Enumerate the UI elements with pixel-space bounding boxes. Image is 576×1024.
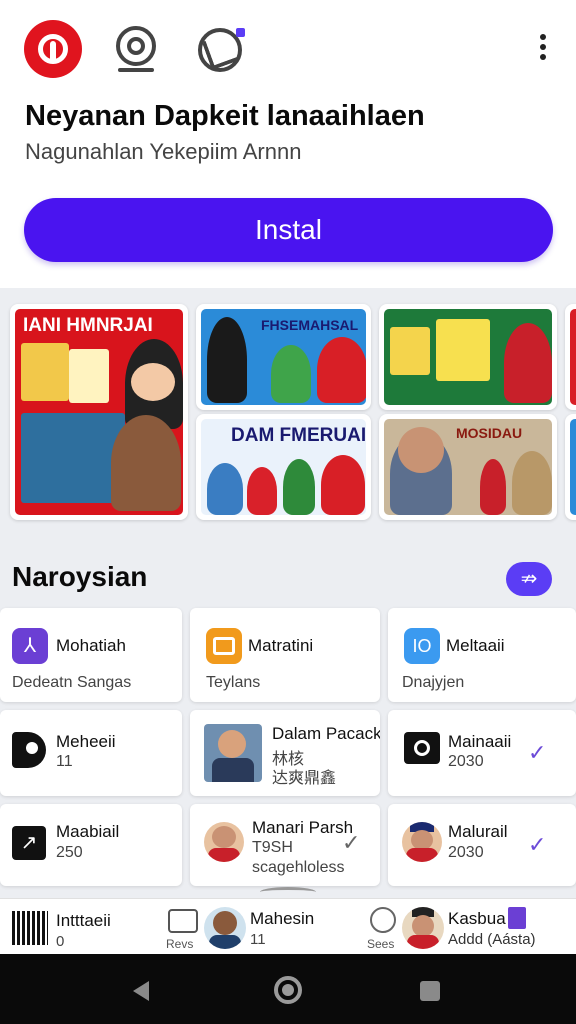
app-icon-blue: IO — [404, 628, 440, 664]
back-icon[interactable] — [133, 981, 149, 1001]
avatar — [204, 907, 246, 949]
app-subtitle: Nagunahlan Yekepiim Arnnn — [25, 139, 302, 164]
check-icon[interactable]: ✓ — [528, 740, 546, 766]
screenshot-2[interactable]: FHSEMAHSAL — [196, 304, 371, 410]
list-item[interactable]: Mainaaii 2030 ✓ — [388, 710, 576, 796]
list-item[interactable]: IO Meltaaii Dnajyjen — [388, 608, 576, 702]
bottom-nav-item[interactable]: Mahesin 11 — [202, 905, 352, 955]
check-icon[interactable]: ✓ — [342, 830, 360, 856]
screenshot-caption: FHSEMAHSAL — [261, 317, 359, 333]
app-logo-icon[interactable] — [24, 20, 82, 78]
tag-icon — [12, 732, 46, 768]
screenshot-caption: IANI HMNRJAI — [23, 315, 153, 336]
bottom-nav-item[interactable]: Intttaeii 0 — [0, 905, 120, 955]
screenshot-5[interactable]: MOSIDAU — [379, 414, 557, 520]
screenshot-1[interactable]: IANI HMNRJAI — [10, 304, 188, 520]
app-title: Neyanan Dapkeit lanaaihlaen — [25, 100, 425, 132]
system-nav-bar — [0, 954, 576, 1024]
list-item[interactable]: Manari Parsh T9SH scagehloless ✓ — [190, 804, 380, 886]
drag-handle[interactable] — [260, 887, 316, 897]
list-item[interactable]: Malurail 2030 ✓ — [388, 804, 576, 886]
screenshot-3[interactable] — [379, 304, 557, 410]
screenshot-7-partial[interactable] — [565, 414, 576, 520]
install-button[interactable]: Instal — [24, 198, 553, 262]
screenshot-caption: MOSIDAU — [456, 425, 523, 441]
list-item[interactable]: ⅄ Mohatiah Dedeatn Sangas — [0, 608, 182, 702]
app-icon-purple: ⅄ — [12, 628, 48, 664]
app-icon-orange — [206, 628, 242, 664]
more-icon[interactable] — [533, 34, 553, 64]
bottom-nav-item[interactable]: Sees — [364, 905, 404, 955]
screenshot-4[interactable]: DAM FMERUAI — [196, 414, 371, 520]
check-icon[interactable]: ✓ — [528, 832, 546, 858]
top-bar — [0, 0, 576, 100]
barcode-icon — [12, 911, 48, 945]
screenshot-caption: DAM FMERUAI — [231, 425, 366, 446]
camera-icon[interactable] — [108, 20, 166, 78]
recents-icon[interactable] — [420, 981, 440, 1001]
double-arrow-icon[interactable]: ⇏ — [506, 562, 552, 596]
bottom-nav-item[interactable]: Revs — [160, 905, 200, 955]
bottom-nav-item[interactable]: Kasbua Addd (Aásta) — [402, 905, 576, 955]
camera-icon — [404, 732, 440, 764]
screenshot-6-partial[interactable] — [565, 304, 576, 410]
avatar — [402, 907, 444, 949]
list-item[interactable]: Meheeii 11 — [0, 710, 182, 796]
search-icon — [370, 907, 396, 933]
chart-icon: ↗ — [12, 826, 46, 860]
bookmark-icon — [508, 907, 526, 929]
image-icon — [168, 909, 198, 933]
photo-thumb — [204, 724, 262, 782]
section-title: Naroysian — [12, 561, 148, 592]
avatar — [402, 822, 442, 862]
list-item[interactable]: Dalam Pacack 林核 达爽鼎鑫 — [190, 710, 380, 796]
list-item[interactable]: Matratini Teylans — [190, 608, 380, 702]
bottom-nav: Intttaeii 0 Revs Mahesin 11 Sees Kasbua … — [0, 887, 576, 955]
avatar — [204, 822, 244, 862]
globe-icon[interactable] — [192, 20, 250, 78]
home-icon[interactable] — [274, 976, 302, 1004]
list-item[interactable]: ↗ Maabiail 250 — [0, 804, 182, 886]
